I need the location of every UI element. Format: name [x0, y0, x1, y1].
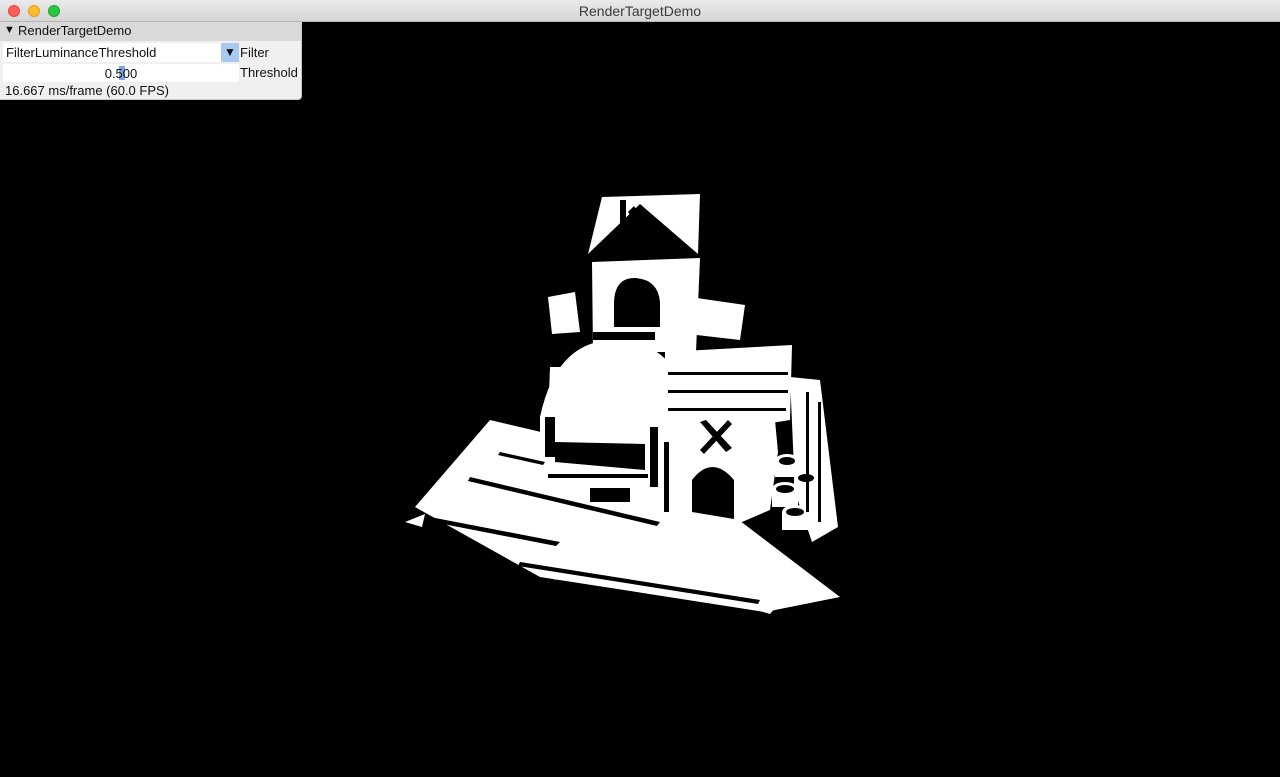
threshold-slider[interactable]: 0.500	[3, 64, 239, 82]
window-title: RenderTargetDemo	[578, 3, 702, 19]
dropdown-arrow-button[interactable]: ▼	[221, 43, 239, 62]
filter-dropdown[interactable]: FilterLuminanceThreshold ▼	[3, 43, 239, 62]
filter-label: Filter	[240, 45, 269, 60]
threshold-label: Threshold	[240, 65, 298, 80]
panel-title: RenderTargetDemo	[18, 23, 132, 38]
render-viewport[interactable]	[0, 22, 1280, 777]
filter-dropdown-value: FilterLuminanceThreshold	[6, 45, 157, 60]
rendered-scene	[405, 194, 840, 614]
settings-panel: ▼ RenderTargetDemo FilterLuminanceThresh…	[0, 22, 302, 100]
title-bar[interactable]: RenderTargetDemo	[0, 0, 1280, 22]
app-window: RenderTargetDemo ▼ RenderTargetDemo Filt…	[0, 0, 1280, 777]
frame-stats: 16.667 ms/frame (60.0 FPS)	[5, 83, 170, 98]
awning	[540, 340, 684, 442]
threshold-value: 0.500	[104, 66, 138, 81]
dropdown-triangle-icon: ▼	[224, 45, 236, 59]
panel-header[interactable]: ▼ RenderTargetDemo	[0, 22, 301, 41]
collapse-triangle-icon[interactable]: ▼	[4, 24, 15, 36]
